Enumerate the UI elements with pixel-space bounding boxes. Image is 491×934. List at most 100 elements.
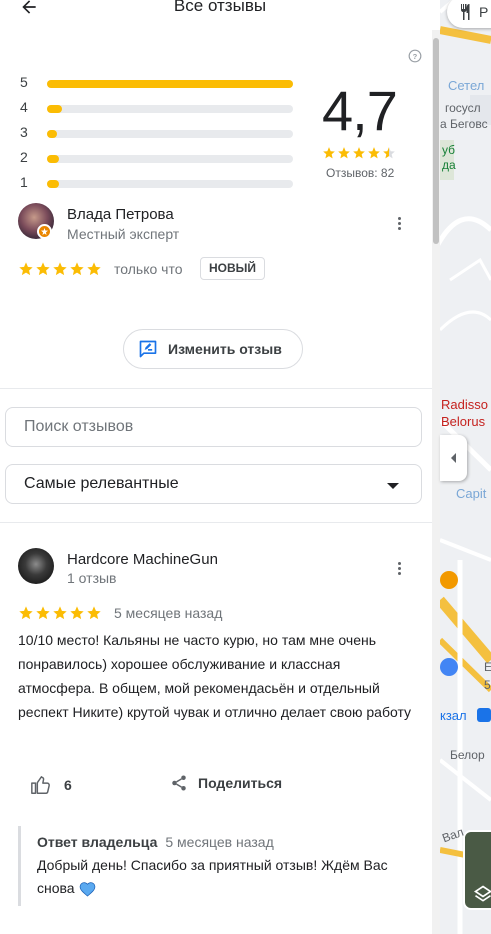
map-label[interactable]: Radisso: [441, 397, 488, 412]
star-icon: [70, 262, 84, 276]
divider: [0, 388, 440, 389]
owner-reply-text: Добрый день! Спасибо за приятный отзыв! …: [37, 854, 417, 900]
rating-bar-track: [47, 155, 293, 163]
star-icon: [353, 147, 365, 159]
reviewer-subtitle: Местный эксперт: [67, 226, 180, 242]
owner-reply: Ответ владельца 5 месяцев назад Добрый де…: [18, 826, 418, 906]
like-button[interactable]: 6: [30, 774, 72, 796]
star-icon: [19, 262, 33, 276]
rating-bar-fill: [47, 80, 293, 88]
map-label[interactable]: а Беговс: [440, 117, 488, 131]
page-title: Все отзывы: [173, 0, 267, 15]
rating-bar-label: 3: [20, 124, 28, 140]
map-label[interactable]: да: [442, 158, 456, 172]
rating-bar-fill: [47, 180, 60, 188]
transit-icon[interactable]: [477, 708, 491, 722]
map-label[interactable]: 5: [484, 678, 491, 692]
new-badge: НОВЫЙ: [200, 257, 266, 280]
rating-bar-track: [47, 130, 293, 138]
star-icon: [70, 606, 84, 620]
collapse-arrow-icon: [451, 453, 456, 463]
rating-bar-fill: [47, 130, 57, 138]
rating-bar-3[interactable]: 3: [20, 124, 300, 140]
star-icon: [36, 606, 50, 620]
rating-bar-track: [47, 80, 293, 88]
edit-review-label: Изменить отзыв: [168, 341, 282, 357]
thumb-up-icon: [31, 776, 50, 794]
rating-bar-track: [47, 105, 293, 113]
reviewer-name[interactable]: Влада Петрова: [67, 206, 174, 223]
edit-review-icon: [139, 340, 157, 358]
rating-bar-1[interactable]: 1: [20, 174, 300, 190]
heart-icon: [79, 882, 95, 897]
map-label[interactable]: госусл: [445, 101, 481, 115]
like-count: 6: [64, 777, 72, 793]
rating-bar-label: 4: [20, 99, 28, 115]
dropdown-arrow-icon: [387, 483, 399, 489]
panel-header: Все отзывы: [0, 0, 440, 22]
avatar[interactable]: [18, 548, 54, 584]
local-guide-badge-icon: [37, 224, 52, 239]
rating-bar-2[interactable]: 2: [20, 149, 300, 165]
owner-reply-time: 5 месяцев назад: [165, 834, 274, 850]
layers-icon: [473, 885, 491, 902]
reviewer-name[interactable]: Hardcore MachineGun: [67, 551, 218, 568]
rating-bar-fill: [47, 105, 62, 113]
star-icon: [53, 606, 67, 620]
reviewer-subtitle: 1 отзыв: [67, 570, 117, 586]
search-input[interactable]: [5, 407, 422, 447]
star-icon: [87, 606, 101, 620]
star-icon: [368, 147, 380, 159]
map-label[interactable]: Белор: [450, 748, 485, 762]
share-button[interactable]: Поделиться: [170, 774, 282, 792]
more-vert-icon[interactable]: [389, 213, 409, 233]
review-stars: [18, 605, 102, 621]
star-icon: [87, 262, 101, 276]
help-icon[interactable]: ?: [408, 49, 422, 63]
fork-knife-icon: [461, 4, 470, 20]
divider: [0, 522, 440, 523]
layers-button[interactable]: [463, 830, 491, 910]
shopping-pin-icon[interactable]: [440, 658, 458, 676]
more-vert-icon[interactable]: [389, 558, 409, 578]
chip-label: Р: [479, 4, 489, 20]
map-label[interactable]: Сетел: [448, 78, 484, 93]
review-stars: [18, 261, 102, 277]
rating-bar-fill: [47, 155, 60, 163]
review-time: только что: [114, 261, 183, 277]
edit-review-button[interactable]: Изменить отзыв: [123, 329, 303, 369]
share-icon: [172, 775, 186, 791]
review-text: 10/10 место! Кальяны не часто курю, но т…: [18, 632, 412, 720]
rating-bar-label: 5: [20, 74, 28, 90]
rating-bar-label: 2: [20, 149, 28, 165]
average-stars: [322, 146, 396, 160]
restaurant-pin-icon[interactable]: [440, 571, 458, 589]
map-label[interactable]: Belorus: [441, 414, 485, 429]
map-label[interactable]: кзал: [440, 708, 467, 723]
rating-bar-track: [47, 180, 293, 188]
scrollbar-thumb[interactable]: [433, 38, 439, 244]
restaurants-chip[interactable]: Р: [447, 0, 491, 28]
rating-bar-label: 1: [20, 174, 28, 190]
star-icon: [323, 147, 335, 159]
share-label: Поделиться: [198, 775, 283, 791]
average-rating: 4,7: [322, 79, 398, 142]
collapse-panel-button[interactable]: [440, 435, 467, 481]
sort-selected-label: Самые релевантные: [24, 475, 179, 492]
reviews-panel: Все отзывы ? 5 4 3 2 1 4,7 Отзывов: 82 В…: [0, 0, 440, 934]
star-icon: [383, 147, 395, 159]
star-icon: [338, 147, 350, 159]
review-time: 5 месяцев назад: [114, 605, 223, 621]
rating-bar-5[interactable]: 5: [20, 74, 300, 90]
owner-reply-title: Ответ владельца: [37, 834, 158, 850]
map-label[interactable]: уб: [442, 143, 455, 157]
sort-select[interactable]: Самые релевантные: [5, 464, 422, 504]
svg-text:?: ?: [413, 52, 418, 61]
map-label[interactable]: Capit: [456, 486, 486, 501]
map-label[interactable]: Е: [484, 660, 491, 674]
star-icon: [36, 262, 50, 276]
star-icon: [53, 262, 67, 276]
star-icon: [19, 606, 33, 620]
rating-bar-4[interactable]: 4: [20, 99, 300, 115]
review-count: Отзывов: 82: [326, 166, 395, 180]
